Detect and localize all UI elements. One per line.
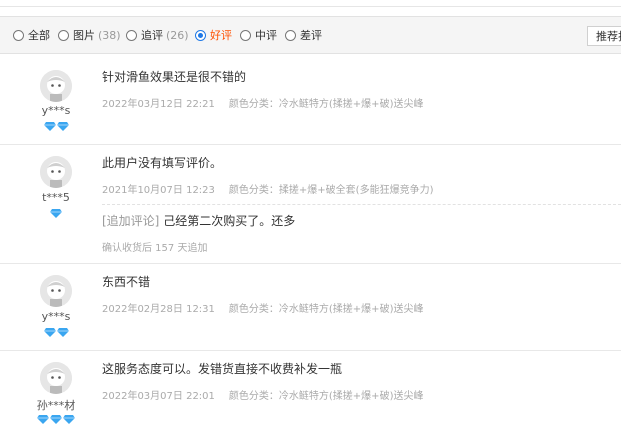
diamond-icon — [50, 209, 62, 218]
filter-neutral[interactable]: 中评 — [240, 17, 277, 53]
review-content: 这服务态度可以。发错货直接不收费补发一瓶 — [102, 362, 343, 376]
username: y***s — [41, 310, 71, 323]
top-strip — [0, 0, 621, 7]
filter-label: 全部 — [28, 29, 50, 42]
radio-icon[interactable] — [13, 29, 24, 41]
append-content: 己经第二次购买了。还多 — [163, 214, 296, 228]
filter-label: 追评 — [141, 29, 163, 42]
avatar[interactable] — [40, 70, 72, 102]
avatar[interactable] — [40, 275, 72, 307]
avatar-icon — [40, 70, 72, 102]
diamond-icon — [63, 415, 75, 424]
review-meta: 2022年03月12日 22:21 颜色分类：冷水鲢特方(揉搓+爆+破)送尖峰 — [102, 95, 423, 110]
filter-label: 图片 — [73, 29, 95, 42]
append-note: 确认收货后 157 天追加 — [102, 243, 208, 254]
review-meta: 2022年03月07日 22:01 颜色分类：冷水鲢特方(揉搓+爆+破)送尖峰 — [102, 387, 423, 402]
review-meta: 2021年10月07日 12:23 颜色分类：揉搓+爆+破全套(多能狂爆竞争力) — [102, 181, 433, 196]
filter-pictures[interactable]: 图片 (38) — [58, 17, 121, 53]
append-review: [追加评论] 己经第二次购买了。还多 — [102, 212, 295, 229]
diamond-icon — [43, 328, 56, 337]
append-divider — [102, 204, 621, 205]
avatar-icon — [40, 156, 72, 188]
diamond-icon — [56, 122, 69, 131]
avatar[interactable] — [40, 362, 72, 394]
diamond-icon — [56, 328, 69, 337]
radio-icon[interactable] — [126, 29, 137, 41]
review-date: 2022年03月07日 22:01 — [102, 391, 215, 402]
radio-icon[interactable] — [285, 29, 296, 41]
review-meta: 2022年02月28日 12:31 颜色分类：冷水鲢特方(揉搓+爆+破)送尖峰 — [102, 300, 423, 315]
filter-negative[interactable]: 差评 — [285, 17, 322, 53]
user-level-badges — [30, 209, 82, 218]
avatar[interactable] — [40, 156, 72, 188]
review-item: 孙***材 这服务态度可以。发错货直接不收费补发一瓶 2022年03月07日 2… — [0, 351, 621, 431]
review-sku: 颜色分类：冷水鲢特方(揉搓+爆+破)送尖峰 — [228, 99, 424, 110]
review-date: 2022年03月12日 22:21 — [102, 99, 215, 110]
filter-label: 好评 — [210, 29, 232, 42]
review-item: y***s 东西不错 2022年02月28日 12:31 颜色分类：冷水鲢特方(揉… — [0, 264, 621, 351]
diamond-icon — [43, 122, 56, 131]
review-sku: 颜色分类：冷水鲢特方(揉搓+爆+破)送尖峰 — [228, 391, 424, 402]
filter-label: 差评 — [300, 29, 322, 42]
review-content: 针对滑鱼效果还是很不错的 — [102, 70, 247, 84]
user-level-badges — [30, 328, 82, 337]
review-filter-bar: 全部 图片 (38) 追评 (26) 好评 中评 差评 推荐排序 — [0, 16, 621, 54]
review-item: y***s 针对滑鱼效果还是很不错的 2022年03月12日 22:21 颜色分类… — [0, 57, 621, 145]
username: t***5 — [42, 191, 70, 204]
filter-label: 中评 — [255, 29, 277, 42]
sort-button[interactable]: 推荐排序 — [587, 26, 621, 46]
review-content: 此用户没有填写评价。 — [102, 156, 223, 170]
review-content: 东西不错 — [102, 275, 151, 289]
filter-all[interactable]: 全部 — [13, 17, 50, 53]
username: y***s — [41, 104, 71, 117]
radio-icon[interactable] — [58, 29, 69, 41]
review-date: 2022年02月28日 12:31 — [102, 304, 215, 315]
radio-icon[interactable] — [195, 29, 206, 41]
username: 孙***材 — [36, 399, 76, 412]
review-date: 2021年10月07日 12:23 — [102, 185, 215, 196]
user-level-badges — [30, 415, 82, 424]
review-sku: 颜色分类：冷水鲢特方(揉搓+爆+破)送尖峰 — [228, 304, 424, 315]
append-tag: [追加评论] — [102, 214, 160, 228]
filter-followup[interactable]: 追评 (26) — [126, 17, 189, 53]
review-item: t***5 此用户没有填写评价。 2021年10月07日 12:23 颜色分类：揉… — [0, 145, 621, 264]
avatar-icon — [40, 362, 72, 394]
filter-count: (38) — [98, 28, 121, 42]
review-sku: 颜色分类：揉搓+爆+破全套(多能狂爆竞争力) — [228, 185, 434, 196]
filter-positive[interactable]: 好评 — [195, 17, 232, 53]
filter-count: (26) — [166, 28, 189, 42]
avatar-icon — [40, 275, 72, 307]
user-level-badges — [30, 122, 82, 131]
diamond-icon — [37, 415, 49, 424]
radio-icon[interactable] — [240, 29, 251, 41]
diamond-icon — [50, 415, 62, 424]
